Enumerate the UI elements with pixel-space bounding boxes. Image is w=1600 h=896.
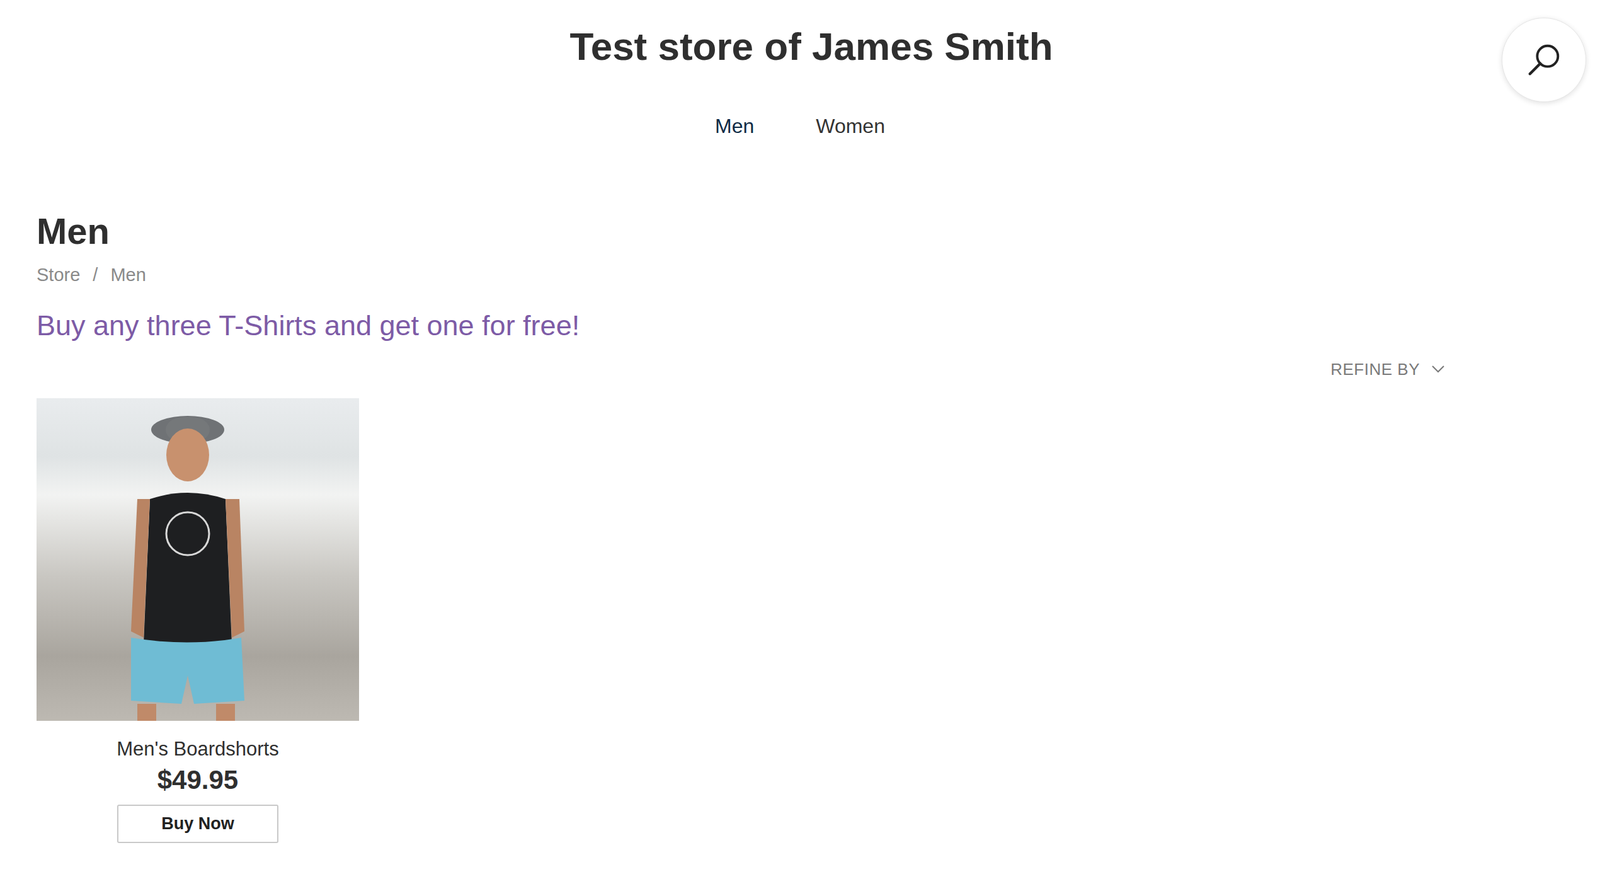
search-icon <box>1524 40 1564 80</box>
product-name[interactable]: Men's Boardshorts <box>116 737 279 761</box>
refine-button[interactable]: REFINE BY <box>1330 357 1446 382</box>
promo-text: Buy any three T-Shirts and get one for f… <box>36 307 1564 345</box>
photo-icon <box>36 398 360 721</box>
breadcrumb-separator: / <box>92 261 98 290</box>
chevron-down-icon <box>1431 364 1446 374</box>
nav-link[interactable]: Women <box>814 107 887 145</box>
page-heading: Men <box>36 210 1564 253</box>
refine-label: REFINE BY <box>1330 357 1420 382</box>
store-header: Test store of James Smith <box>0 0 1600 103</box>
product-photo[interactable] <box>36 398 360 721</box>
buy-now-button[interactable]: Buy Now <box>117 804 279 843</box>
category-page: Men Store / Men Buy any three T-Shirts and… <box>0 210 1600 843</box>
product-card: Men's Boardshorts $49.95 Buy Now <box>36 398 360 843</box>
product-price: $49.95 <box>157 764 239 796</box>
store-title: Test store of James Smith <box>569 23 1053 69</box>
product-grid: Men's Boardshorts $49.95 Buy Now <box>36 398 1564 843</box>
breadcrumb: Store / Men <box>36 261 1564 290</box>
breadcrumb-item: Men <box>110 261 146 290</box>
search-button[interactable] <box>1501 17 1587 103</box>
breadcrumb-item[interactable]: Store <box>36 261 80 290</box>
category-nav: Men Women <box>0 107 1600 145</box>
nav-link[interactable]: Men <box>713 107 756 145</box>
